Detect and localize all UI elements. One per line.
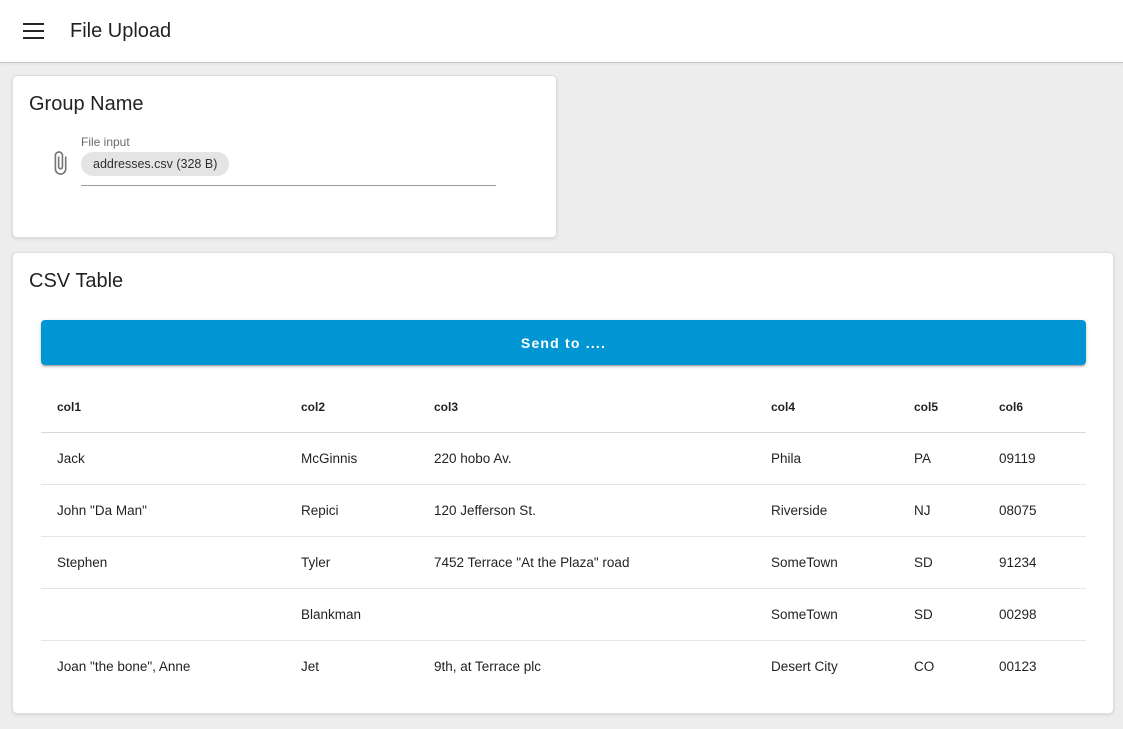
table-cell: Desert City: [755, 640, 898, 692]
csv-table-body: JackMcGinnis220 hobo Av.PhilaPA09119John…: [41, 432, 1086, 692]
header-cell: col6: [983, 382, 1086, 432]
app-bar: File Upload: [0, 0, 1123, 63]
paperclip-icon[interactable]: [47, 148, 73, 178]
group-card-title: Group Name: [29, 92, 540, 116]
table-cell: SomeTown: [755, 536, 898, 588]
file-chip[interactable]: addresses.csv (328 B): [81, 152, 229, 176]
file-input-label: File input: [81, 135, 496, 149]
table-cell: John "Da Man": [41, 484, 285, 536]
csv-table: col1col2col3col4col5col6 JackMcGinnis220…: [41, 382, 1086, 692]
table-cell: 91234: [983, 536, 1086, 588]
send-button[interactable]: Send to ....: [41, 320, 1086, 365]
group-card: Group Name File input addresses.csv (328…: [12, 75, 557, 238]
table-row: StephenTyler7452 Terrace "At the Plaza" …: [41, 536, 1086, 588]
table-cell: SD: [898, 536, 983, 588]
table-cell: PA: [898, 432, 983, 484]
table-cell: Stephen: [41, 536, 285, 588]
table-cell: Blankman: [285, 588, 418, 640]
table-row: Blankman SomeTownSD00298: [41, 588, 1086, 640]
table-cell: 220 hobo Av.: [418, 432, 755, 484]
table-row: JackMcGinnis220 hobo Av.PhilaPA09119: [41, 432, 1086, 484]
header-cell: col5: [898, 382, 983, 432]
table-cell: SD: [898, 588, 983, 640]
table-cell: Riverside: [755, 484, 898, 536]
table-cell: Repici: [285, 484, 418, 536]
table-row: John "Da Man"Repici120 Jefferson St.Rive…: [41, 484, 1086, 536]
table-cell: 120 Jefferson St.: [418, 484, 755, 536]
csv-card: CSV Table Send to .... col1col2col3col4c…: [12, 252, 1114, 714]
header-cell: col4: [755, 382, 898, 432]
main-content: Group Name File input addresses.csv (328…: [0, 63, 1123, 726]
header-cell: col1: [41, 382, 285, 432]
table-cell: Joan "the bone", Anne: [41, 640, 285, 692]
table-cell: 09119: [983, 432, 1086, 484]
table-cell: McGinnis: [285, 432, 418, 484]
table-cell: 00123: [983, 640, 1086, 692]
hamburger-icon: [23, 23, 44, 26]
header-cell: col2: [285, 382, 418, 432]
table-cell: Jack: [41, 432, 285, 484]
table-cell: 9th, at Terrace plc: [418, 640, 755, 692]
table-cell: CO: [898, 640, 983, 692]
table-cell: [418, 588, 755, 640]
table-cell: Jet: [285, 640, 418, 692]
table-cell: [41, 588, 285, 640]
table-cell: 00298: [983, 588, 1086, 640]
file-input-underline: [81, 185, 496, 186]
menu-button[interactable]: [13, 11, 53, 51]
page-title: File Upload: [70, 20, 171, 43]
file-input-field[interactable]: File input addresses.csv (328 B): [81, 135, 496, 186]
csv-card-title: CSV Table: [29, 269, 1097, 293]
table-cell: SomeTown: [755, 588, 898, 640]
header-cell: col3: [418, 382, 755, 432]
table-cell: 7452 Terrace "At the Plaza" road: [418, 536, 755, 588]
table-cell: Tyler: [285, 536, 418, 588]
header-row: col1col2col3col4col5col6: [41, 382, 1086, 432]
table-cell: NJ: [898, 484, 983, 536]
table-cell: 08075: [983, 484, 1086, 536]
table-cell: Phila: [755, 432, 898, 484]
table-row: Joan "the bone", AnneJet9th, at Terrace …: [41, 640, 1086, 692]
file-input[interactable]: File input addresses.csv (328 B): [47, 135, 540, 186]
